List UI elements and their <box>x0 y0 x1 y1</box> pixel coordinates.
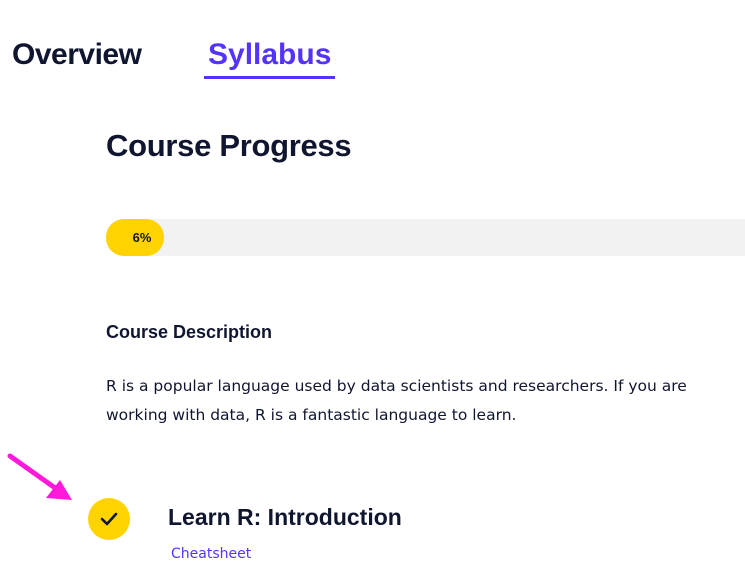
course-description-heading: Course Description <box>106 322 273 342</box>
module-complete-badge <box>88 498 130 540</box>
cheatsheet-link[interactable]: Cheatsheet <box>171 546 251 562</box>
checkmark-icon <box>100 512 118 526</box>
progress-fill: 6% <box>106 219 164 256</box>
page-title: Course Progress <box>106 128 352 163</box>
arrow-pointer-icon <box>7 453 72 500</box>
module-title[interactable]: Learn R: Introduction <box>168 504 402 531</box>
progress-bar: 6% <box>106 219 745 256</box>
course-description-text: R is a popular language used by data sci… <box>106 377 687 424</box>
tab-syllabus[interactable]: Syllabus <box>204 38 336 79</box>
tab-overview[interactable]: Overview <box>12 38 142 72</box>
course-tabs: Overview Syllabus <box>12 38 336 79</box>
progress-label: 6% <box>132 230 152 245</box>
